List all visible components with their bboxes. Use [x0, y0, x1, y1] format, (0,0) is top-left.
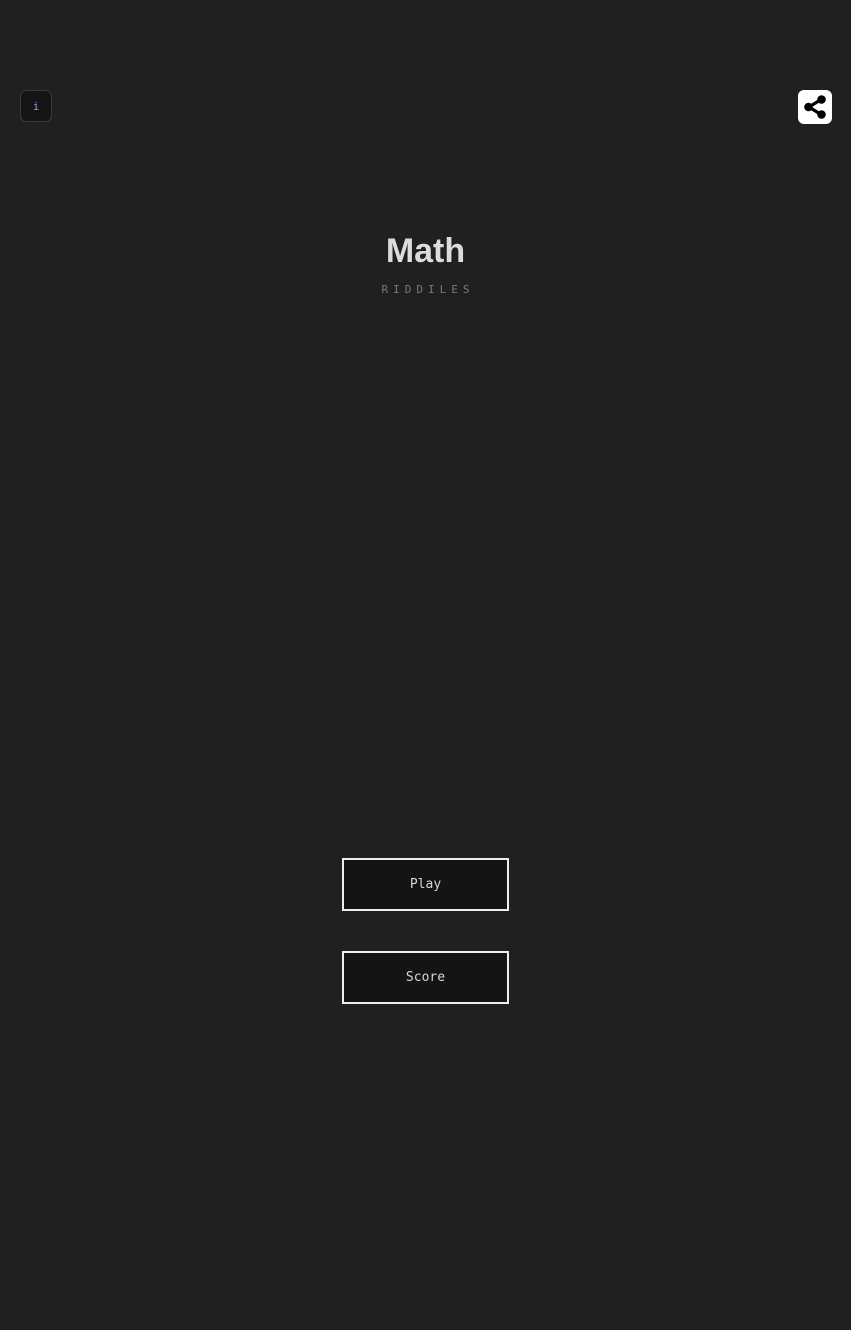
game-subtitle: RIDDILES [381, 283, 475, 296]
play-button[interactable]: Play [342, 858, 509, 911]
share-icon [804, 95, 826, 119]
info-button[interactable]: i [20, 90, 52, 122]
main-menu-screen: i Math RIDDILES Play Score [0, 0, 851, 1330]
share-button[interactable] [798, 90, 832, 124]
title-block: Math RIDDILES [0, 228, 851, 296]
game-title: Math [385, 232, 466, 270]
score-button[interactable]: Score [342, 951, 509, 1004]
info-icon: i [32, 99, 40, 113]
